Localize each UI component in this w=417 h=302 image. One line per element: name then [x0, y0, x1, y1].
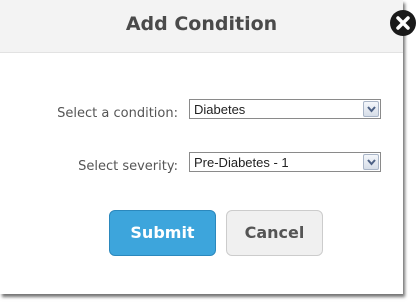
condition-label: Select a condition: — [57, 106, 178, 121]
chevron-down-icon — [367, 159, 376, 166]
severity-label: Select severity: — [78, 159, 178, 174]
severity-select[interactable]: Pre-Diabetes - 1 — [189, 152, 381, 172]
submit-button[interactable]: Submit — [109, 210, 216, 256]
close-icon — [396, 16, 410, 30]
severity-select-value: Pre-Diabetes - 1 — [194, 155, 289, 170]
condition-select[interactable]: Diabetes — [189, 99, 381, 119]
severity-dropdown-arrow[interactable] — [363, 154, 379, 170]
condition-select-value: Diabetes — [194, 102, 246, 117]
condition-dropdown-arrow[interactable] — [363, 101, 379, 117]
close-button[interactable] — [390, 10, 416, 36]
cancel-button[interactable]: Cancel — [226, 210, 323, 256]
dialog-header: Add Condition — [0, 0, 403, 53]
chevron-down-icon — [367, 106, 376, 113]
add-condition-dialog: Add Condition Select a condition: Diabet… — [0, 0, 403, 294]
dialog-title: Add Condition — [125, 13, 278, 35]
